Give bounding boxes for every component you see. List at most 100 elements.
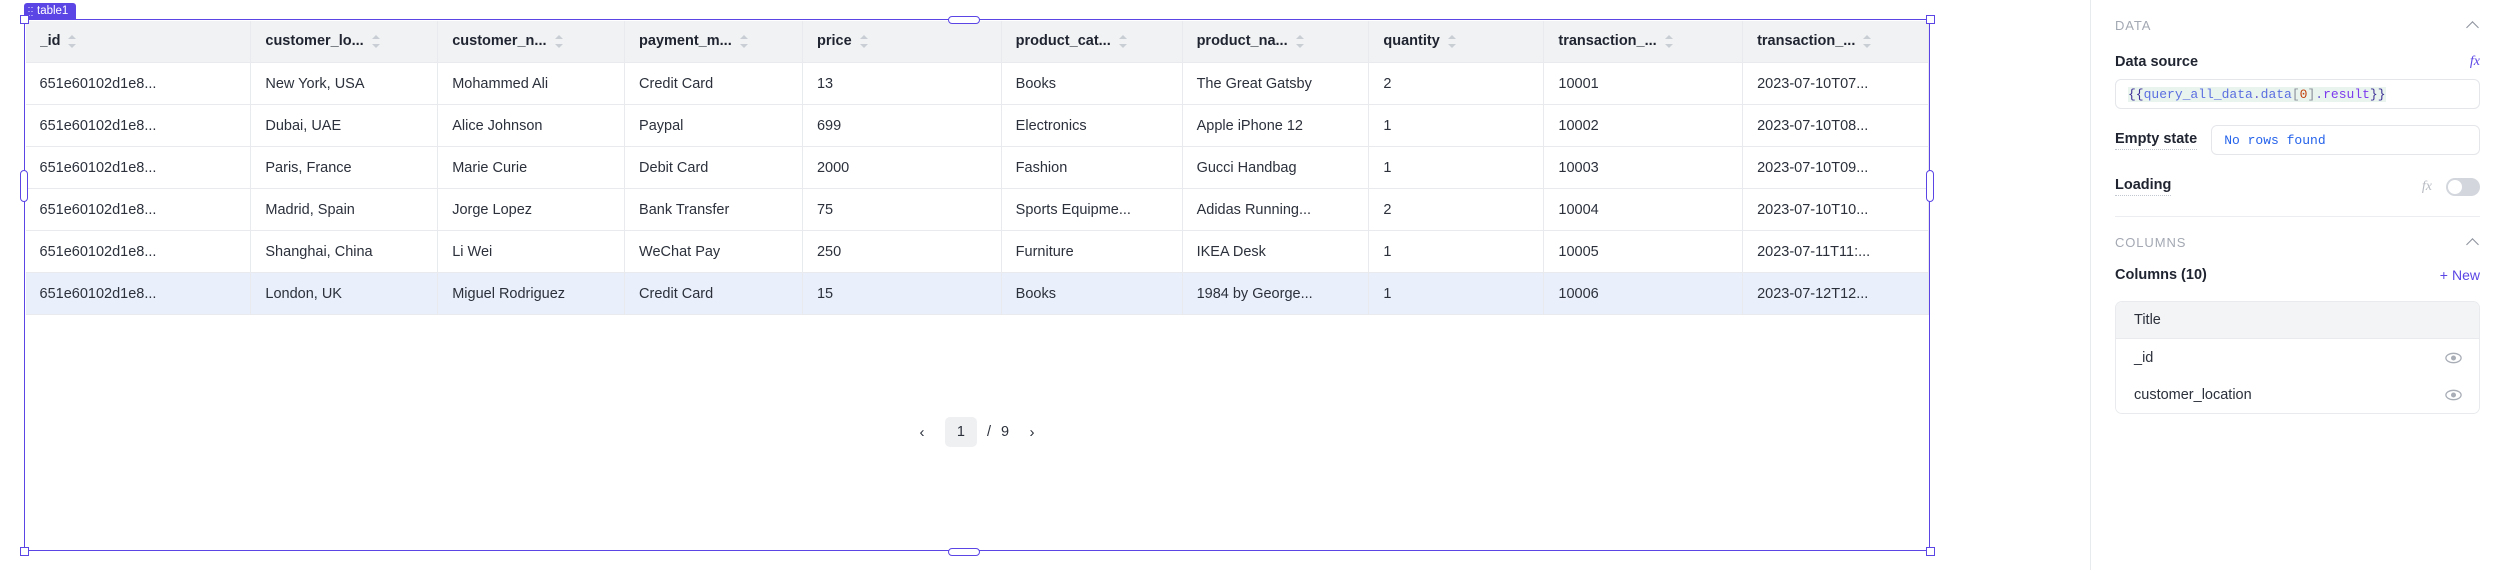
column-list-item[interactable]: customer_location [2116, 376, 2479, 413]
loading-toggle[interactable] [2446, 177, 2480, 196]
table-cell[interactable]: Marie Curie [437, 146, 626, 189]
table-row[interactable]: 651e60102d1e8... Paris, France Marie Curie… [25, 146, 1929, 189]
table-cell[interactable]: 651e60102d1e8... [25, 146, 252, 189]
resize-handle-bottom[interactable] [948, 547, 980, 556]
columns-section-header[interactable]: COLUMNS [2115, 223, 2480, 261]
table-cell[interactable]: 1 [1368, 104, 1545, 147]
table-cell[interactable]: London, UK [250, 272, 439, 315]
sort-arrows-icon[interactable] [1447, 34, 1456, 48]
table-cell[interactable]: Gucci Handbag [1182, 146, 1370, 189]
data-section-header[interactable]: DATA [2115, 6, 2480, 44]
table-column-header[interactable]: customer_lo... [250, 20, 439, 63]
table-cell[interactable]: 651e60102d1e8... [25, 104, 252, 147]
table-cell[interactable]: New York, USA [250, 62, 439, 105]
table-column-header[interactable]: payment_m... [624, 20, 803, 63]
table-cell[interactable]: Mohammed Ali [437, 62, 626, 105]
table-cell[interactable]: Miguel Rodriguez [437, 272, 626, 315]
empty-state-input[interactable]: No rows found [2211, 125, 2480, 155]
table-cell[interactable]: IKEA Desk [1182, 230, 1370, 273]
data-source-input[interactable]: {{query_all_data.data[0].result}} [2115, 79, 2480, 109]
table-cell[interactable]: 2 [1368, 62, 1545, 105]
table-cell[interactable]: 2023-07-10T09... [1742, 146, 1929, 189]
table-cell[interactable]: Credit Card [624, 272, 803, 315]
add-new-column-button[interactable]: + New [2440, 267, 2480, 283]
sort-arrows-icon[interactable] [554, 34, 563, 48]
eye-icon[interactable] [2445, 352, 2462, 364]
table-column-header[interactable]: transaction_... [1742, 20, 1929, 63]
table-row[interactable]: 651e60102d1e8... Shanghai, China Li Wei WeC… [25, 230, 1929, 273]
resize-handle-left[interactable] [20, 170, 28, 202]
table-cell[interactable]: 15 [802, 272, 1002, 315]
table-cell[interactable]: 1984 by George... [1182, 272, 1370, 315]
table-cell[interactable]: The Great Gatsby [1182, 62, 1370, 105]
table-cell[interactable]: 10002 [1543, 104, 1744, 147]
table-cell[interactable]: Fashion [1001, 146, 1183, 189]
table-column-header[interactable]: product_cat... [1001, 20, 1183, 63]
table-cell[interactable]: 250 [802, 230, 1002, 273]
table-cell[interactable]: Bank Transfer [624, 188, 803, 231]
pagination-current-page[interactable]: 1 [944, 417, 977, 448]
table-cell[interactable]: 1 [1368, 146, 1545, 189]
table-cell[interactable]: Credit Card [624, 62, 803, 105]
resize-handle-top-left[interactable] [19, 14, 29, 24]
table-cell[interactable]: Sports Equipme... [1001, 188, 1183, 231]
table-cell[interactable]: Apple iPhone 12 [1182, 104, 1370, 147]
table-cell[interactable]: 2023-07-12T12... [1742, 272, 1929, 315]
table-cell[interactable]: Adidas Running... [1182, 188, 1370, 231]
chevron-up-icon[interactable] [2466, 18, 2480, 32]
resize-handle-right[interactable] [1926, 170, 1934, 202]
table-cell[interactable]: 651e60102d1e8... [25, 188, 252, 231]
chevron-up-icon[interactable] [2466, 235, 2480, 249]
table-cell[interactable]: Jorge Lopez [437, 188, 626, 231]
table-cell[interactable]: Madrid, Spain [250, 188, 439, 231]
sort-arrows-icon[interactable] [1118, 34, 1127, 48]
resize-handle-top[interactable] [948, 15, 980, 24]
data-source-fx-button[interactable]: fx [2470, 54, 2480, 70]
table-row[interactable]: 651e60102d1e8... Dubai, UAE Alice Johnson P… [25, 104, 1929, 147]
table-cell[interactable]: WeChat Pay [624, 230, 803, 273]
table-cell[interactable]: 651e60102d1e8... [25, 272, 252, 315]
table-column-header[interactable]: _id [25, 20, 252, 63]
table-column-header[interactable]: transaction_... [1543, 20, 1744, 63]
table-cell[interactable]: 651e60102d1e8... [25, 230, 252, 273]
sort-arrows-icon[interactable] [739, 34, 748, 48]
table-column-header[interactable]: quantity [1368, 20, 1545, 63]
table-cell[interactable]: Alice Johnson [437, 104, 626, 147]
resize-handle-bottom-right[interactable] [1925, 546, 1935, 556]
sort-arrows-icon[interactable] [68, 34, 77, 48]
table-cell[interactable]: Furniture [1001, 230, 1183, 273]
column-list-item[interactable]: _id [2116, 339, 2479, 376]
table-cell[interactable]: Li Wei [437, 230, 626, 273]
table-cell[interactable]: 1 [1368, 230, 1545, 273]
table-cell[interactable]: 10004 [1543, 188, 1744, 231]
pagination-next-button[interactable]: › [1019, 419, 1045, 445]
table-cell[interactable]: 10003 [1543, 146, 1744, 189]
sort-arrows-icon[interactable] [859, 34, 868, 48]
table-row[interactable]: 651e60102d1e8... London, UK Miguel Rodrigu… [25, 272, 1929, 315]
table-cell[interactable]: 2023-07-10T08... [1742, 104, 1929, 147]
table-row[interactable]: 651e60102d1e8... Madrid, Spain Jorge Lopez… [25, 188, 1929, 231]
table-column-header[interactable]: price [802, 20, 1002, 63]
drag-dots-icon[interactable] [28, 6, 33, 17]
table-cell[interactable]: 10001 [1543, 62, 1744, 105]
table-cell[interactable]: 2023-07-11T11:... [1742, 230, 1929, 273]
table-cell[interactable]: Electronics [1001, 104, 1183, 147]
table-cell[interactable]: 10006 [1543, 272, 1744, 315]
sort-arrows-icon[interactable] [1863, 34, 1872, 48]
table-cell[interactable]: 651e60102d1e8... [25, 62, 252, 105]
table-cell[interactable]: 75 [802, 188, 1002, 231]
table-cell[interactable]: Paypal [624, 104, 803, 147]
table-cell[interactable]: 2 [1368, 188, 1545, 231]
table-cell[interactable]: Dubai, UAE [250, 104, 439, 147]
pagination-prev-button[interactable]: ‹ [909, 419, 935, 445]
table-cell[interactable]: Debit Card [624, 146, 803, 189]
table-cell[interactable]: 2023-07-10T07... [1742, 62, 1929, 105]
resize-handle-top-right[interactable] [1925, 14, 1935, 24]
table-cell[interactable]: 2023-07-10T10... [1742, 188, 1929, 231]
table-cell[interactable]: 1 [1368, 272, 1545, 315]
loading-fx-button[interactable]: fx [2422, 179, 2432, 195]
table-column-header[interactable]: product_na... [1182, 20, 1370, 63]
table-row[interactable]: 651e60102d1e8... New York, USA Mohammed Al… [25, 62, 1929, 105]
sort-arrows-icon[interactable] [371, 34, 380, 48]
table-cell[interactable]: 13 [802, 62, 1002, 105]
